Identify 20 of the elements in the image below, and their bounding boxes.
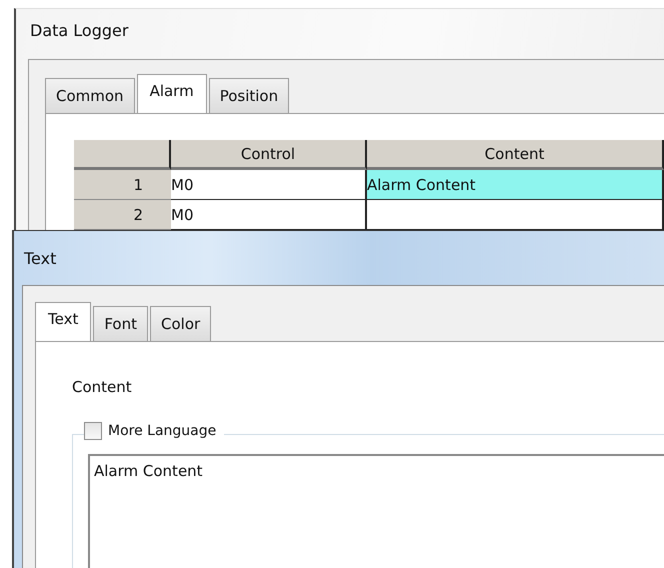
table-cell[interactable]: M0 xyxy=(171,170,367,200)
column-header: Control xyxy=(171,140,367,170)
tab[interactable]: Text xyxy=(35,302,92,342)
tab[interactable]: Alarm xyxy=(136,74,207,114)
table-cell[interactable] xyxy=(367,200,664,230)
column-header: Content xyxy=(367,140,664,170)
row-number: 1 xyxy=(74,170,171,200)
table-cell[interactable]: M0 xyxy=(171,200,367,230)
tab[interactable]: Font xyxy=(93,306,148,342)
content-label: Content xyxy=(72,378,133,396)
row-number: 2 xyxy=(74,200,171,230)
window-title: Text xyxy=(23,248,58,270)
text-area[interactable]: Alarm Content xyxy=(88,454,664,568)
checkbox[interactable] xyxy=(84,422,102,440)
table-cell[interactable]: Alarm Content xyxy=(367,170,664,200)
tab[interactable]: Color xyxy=(150,306,212,342)
tab[interactable]: Position xyxy=(208,78,290,114)
window-title: Data Logger xyxy=(29,20,130,42)
tab[interactable]: Common xyxy=(45,78,135,114)
checkbox-label: More Language xyxy=(108,423,216,439)
